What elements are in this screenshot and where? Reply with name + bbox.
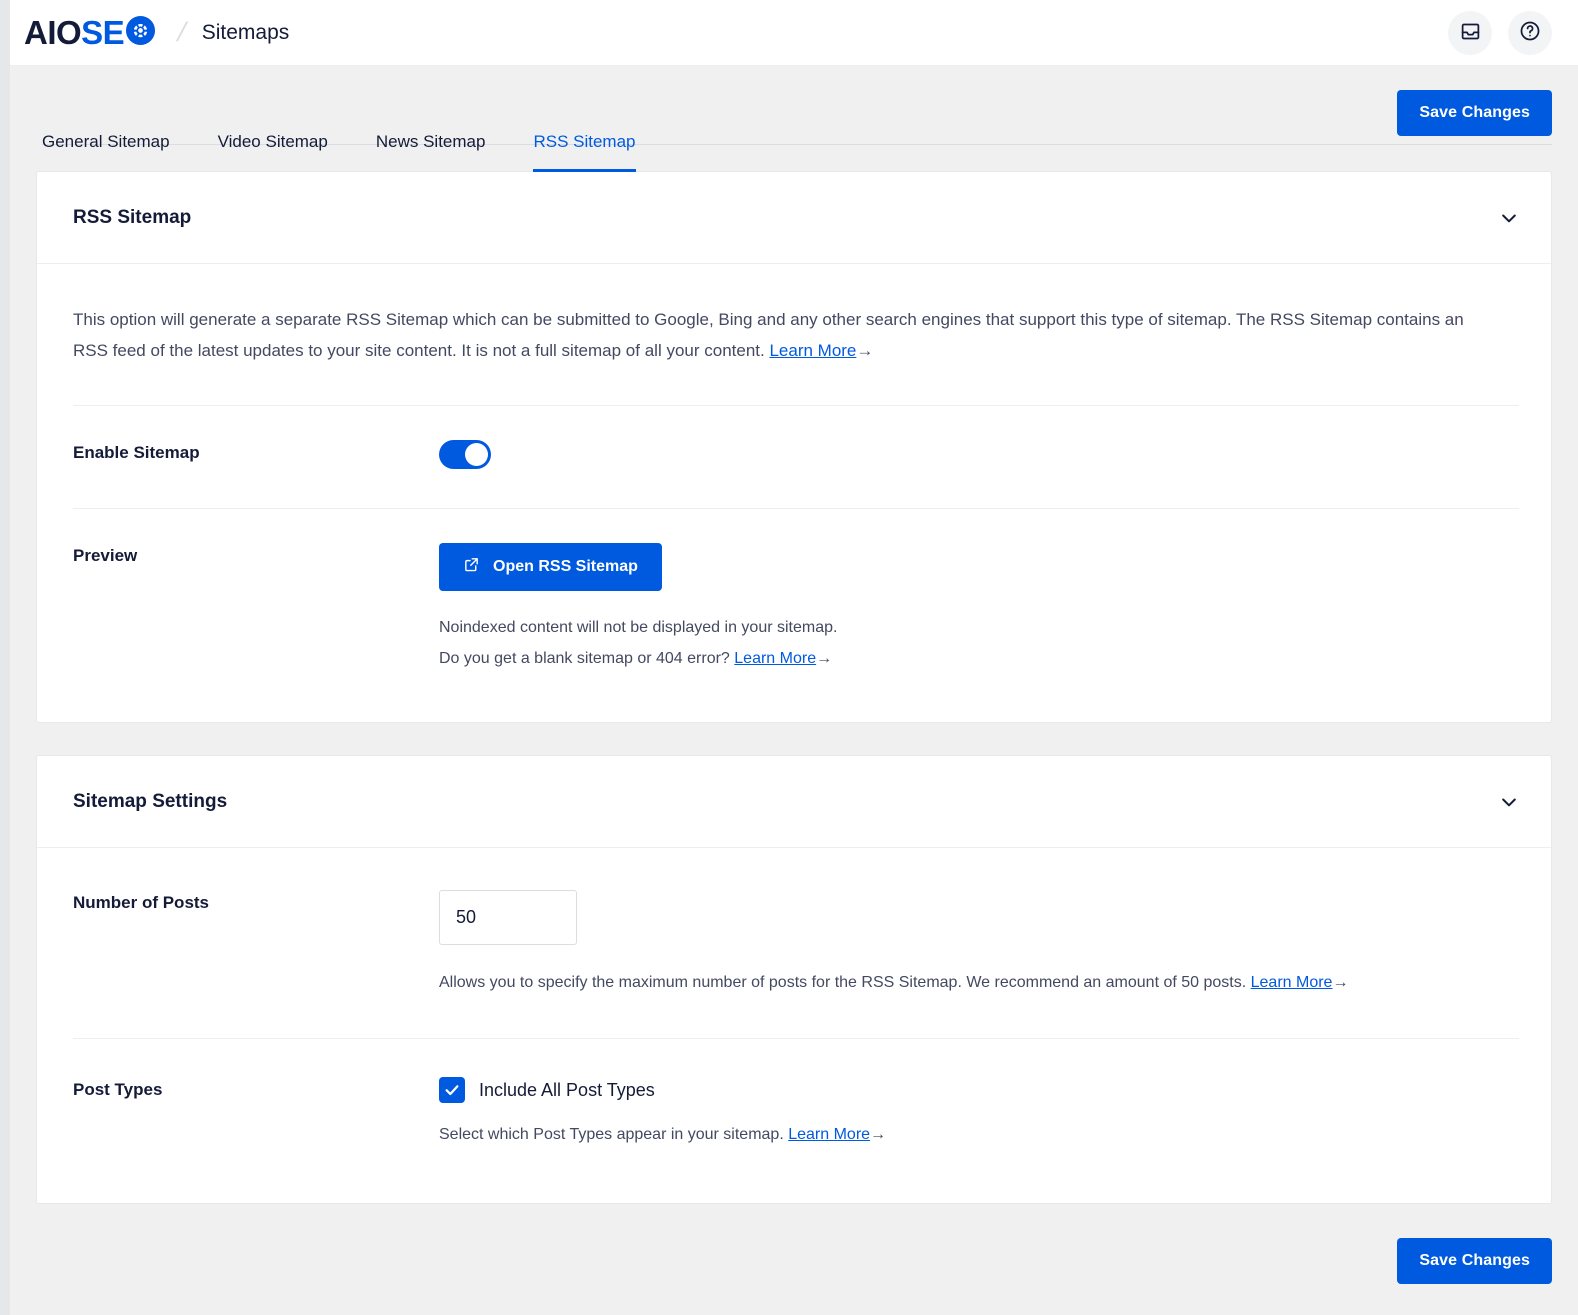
sitemap-settings-card-title: Sitemap Settings (73, 791, 227, 813)
page-title: Sitemaps (202, 21, 290, 45)
learn-more-link-description[interactable]: Learn More (769, 341, 856, 360)
preview-helper-line-1: Noindexed content will not be displayed … (439, 612, 1519, 643)
tab-general-sitemap[interactable]: General Sitemap (42, 133, 194, 168)
breadcrumb-separator: / (174, 17, 189, 48)
learn-more-label: Learn More (734, 650, 816, 667)
rss-sitemap-card-body: This option will generate a separate RSS… (37, 264, 1551, 722)
preview-row: Preview Open RSS Sitemap (73, 508, 1519, 722)
open-rss-sitemap-label: Open RSS Sitemap (493, 558, 638, 576)
learn-more-link-post-types[interactable]: Learn More (788, 1126, 870, 1143)
inbox-icon (1460, 21, 1481, 45)
admin-menu-strip (0, 0, 10, 1315)
logo-text-se: SE (81, 14, 124, 51)
number-of-posts-helper: Allows you to specify the maximum number… (439, 967, 1519, 998)
number-of-posts-row: Number of Posts Allows you to specify th… (73, 848, 1519, 1038)
number-of-posts-input[interactable] (439, 890, 577, 945)
open-rss-sitemap-button[interactable]: Open RSS Sitemap (439, 543, 662, 591)
preview-helper-text: Do you get a blank sitemap or 404 error? (439, 650, 734, 667)
rss-sitemap-card-header[interactable]: RSS Sitemap (37, 172, 1551, 264)
toggle-knob (465, 443, 488, 466)
chevron-down-icon[interactable] (1499, 792, 1519, 812)
tab-list: General Sitemap Video Sitemap News Sitem… (10, 66, 660, 171)
arrow-glyph-preview: → (816, 650, 832, 667)
notifications-button[interactable] (1448, 11, 1492, 55)
post-types-helper: Select which Post Types appear in your s… (439, 1119, 1519, 1150)
number-of-posts-control: Allows you to specify the maximum number… (439, 890, 1519, 998)
gear-icon (125, 15, 156, 51)
number-of-posts-label: Number of Posts (73, 890, 439, 913)
include-all-post-types-row: Include All Post Types (439, 1077, 1519, 1103)
learn-more-label: Learn More (1251, 974, 1333, 991)
page-footer: Save Changes (10, 1204, 1578, 1310)
arrow-glyph-post-types: → (870, 1126, 886, 1143)
rss-sitemap-description: This option will generate a separate RSS… (73, 264, 1503, 405)
post-types-helper-text: Select which Post Types appear in your s… (439, 1126, 788, 1143)
chevron-down-icon[interactable] (1499, 208, 1519, 228)
include-all-post-types-label: Include All Post Types (479, 1080, 655, 1101)
include-all-post-types-checkbox[interactable] (439, 1077, 465, 1103)
rss-sitemap-card-title: RSS Sitemap (73, 207, 191, 229)
learn-more-link-number-of-posts[interactable]: Learn More (1251, 974, 1333, 991)
preview-helper-line-2: Do you get a blank sitemap or 404 error?… (439, 643, 1519, 674)
logo-text-aio: AIO (24, 14, 81, 51)
app-header: AIOSE / Sitemaps (10, 0, 1578, 66)
tab-news-sitemap[interactable]: News Sitemap (352, 133, 510, 168)
help-button[interactable] (1508, 11, 1552, 55)
arrow-glyph-description: → (856, 341, 873, 360)
sitemap-settings-card: Sitemap Settings Number of Posts Allows … (36, 755, 1552, 1203)
enable-sitemap-label: Enable Sitemap (73, 440, 439, 463)
preview-label: Preview (73, 543, 439, 566)
enable-sitemap-control (439, 440, 1519, 474)
tab-bar: General Sitemap Video Sitemap News Sitem… (10, 66, 1578, 171)
arrow-glyph-number-of-posts: → (1332, 974, 1348, 991)
aioseo-logo[interactable]: AIOSE (24, 15, 156, 51)
post-types-row: Post Types Include All Post Types Selec (73, 1038, 1519, 1202)
number-of-posts-helper-text: Allows you to specify the maximum number… (439, 974, 1251, 991)
enable-sitemap-row: Enable Sitemap (73, 405, 1519, 508)
post-types-control: Include All Post Types Select which Post… (439, 1077, 1519, 1150)
post-types-label: Post Types (73, 1077, 439, 1100)
sitemap-settings-card-body: Number of Posts Allows you to specify th… (37, 848, 1551, 1202)
save-changes-button-top[interactable]: Save Changes (1397, 90, 1552, 136)
rss-sitemap-card: RSS Sitemap This option will generate a … (36, 171, 1552, 723)
sitemap-settings-card-header[interactable]: Sitemap Settings (37, 756, 1551, 848)
learn-more-label: Learn More (788, 1126, 870, 1143)
external-link-icon (463, 556, 480, 578)
help-icon (1519, 20, 1541, 45)
tab-video-sitemap[interactable]: Video Sitemap (194, 133, 352, 168)
preview-control: Open RSS Sitemap Noindexed content will … (439, 543, 1519, 674)
save-changes-button-bottom[interactable]: Save Changes (1397, 1238, 1552, 1284)
page-content: AIOSE / Sitemaps (10, 0, 1578, 1315)
tab-rss-sitemap[interactable]: RSS Sitemap (509, 133, 659, 168)
learn-more-label: Learn More (769, 341, 856, 360)
app-page: AIOSE / Sitemaps (0, 0, 1578, 1315)
tab-bar-actions: Save Changes (1397, 66, 1552, 136)
learn-more-link-preview[interactable]: Learn More (734, 650, 816, 667)
enable-sitemap-toggle[interactable] (439, 440, 491, 469)
